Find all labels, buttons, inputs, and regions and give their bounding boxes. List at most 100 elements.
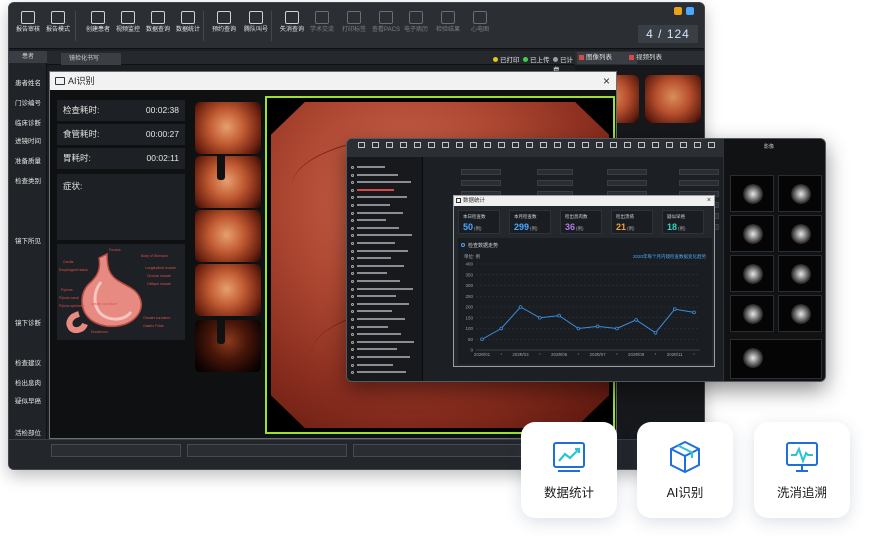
feature-card-disinfection-trace[interactable]: 洗消追溯 <box>754 422 850 518</box>
toolbar-button[interactable]: 报告审核 <box>13 8 43 46</box>
toolbar-button[interactable] <box>691 142 703 154</box>
toolbar-button[interactable] <box>537 142 549 154</box>
toolbar-button[interactable]: 数据统计 <box>173 8 203 46</box>
tree-node[interactable] <box>351 287 419 292</box>
toolbar-button[interactable]: 心电图 <box>465 8 495 46</box>
form-field[interactable] <box>679 169 719 175</box>
form-field[interactable] <box>607 180 647 186</box>
tree-node[interactable] <box>351 279 419 284</box>
tree-node[interactable] <box>351 256 419 261</box>
tree-node[interactable] <box>351 203 419 208</box>
toolbar-button[interactable] <box>663 142 675 154</box>
tree-node[interactable] <box>351 317 419 322</box>
captured-image[interactable] <box>645 75 701 123</box>
tree-node[interactable] <box>351 370 419 375</box>
toolbar-button[interactable]: 预约查询 <box>209 8 239 46</box>
tree-node[interactable] <box>351 332 419 337</box>
toolbar-button[interactable]: 电子病历 <box>401 8 431 46</box>
toolbar-button[interactable] <box>705 142 717 154</box>
tree-node[interactable] <box>351 233 419 238</box>
ultrasound-image[interactable] <box>730 339 822 379</box>
warning-indicator-icon[interactable] <box>674 7 682 15</box>
toolbar-button[interactable] <box>411 142 423 154</box>
form-field[interactable] <box>537 169 573 175</box>
toolbar-button[interactable] <box>579 142 591 154</box>
tree-node[interactable] <box>351 173 419 178</box>
tree-node[interactable] <box>351 363 419 368</box>
toolbar-button[interactable]: 学术交流 <box>307 8 337 46</box>
toolbar-button[interactable] <box>607 142 619 154</box>
tree-node[interactable] <box>351 188 419 193</box>
tree-node[interactable] <box>351 211 419 216</box>
form-field[interactable] <box>679 180 719 186</box>
form-field[interactable] <box>461 180 501 186</box>
tree-node[interactable] <box>351 264 419 269</box>
scan-image[interactable] <box>778 295 822 332</box>
tree-node[interactable] <box>351 195 419 200</box>
toolbar-button[interactable]: 数据查询 <box>143 8 173 46</box>
tree-node[interactable] <box>351 180 419 185</box>
toolbar-button[interactable]: 报告模式 <box>43 8 73 46</box>
toolbar-button[interactable]: 查看PACS <box>371 8 401 46</box>
tree-node[interactable] <box>351 165 419 170</box>
report-tab[interactable]: 镜检化书写 <box>61 53 121 65</box>
tree-node[interactable] <box>351 226 419 231</box>
toolbar-button[interactable] <box>397 142 409 154</box>
toolbar-button[interactable] <box>677 142 689 154</box>
tree-node[interactable] <box>351 302 419 307</box>
tree-node[interactable] <box>351 241 419 246</box>
tree-node[interactable] <box>351 355 419 360</box>
tree-node[interactable] <box>351 218 419 223</box>
toolbar-button[interactable] <box>439 142 451 154</box>
tree-node[interactable] <box>351 347 419 352</box>
toolbar-button[interactable] <box>495 142 507 154</box>
endoscopy-thumbnail[interactable] <box>195 156 261 208</box>
feature-card-data-stats[interactable]: 数据统计 <box>521 422 617 518</box>
scan-image[interactable] <box>730 215 774 252</box>
feature-card-ai-recognition[interactable]: AI识别 <box>637 422 733 518</box>
form-field[interactable] <box>461 169 501 175</box>
info-indicator-icon[interactable] <box>686 7 694 15</box>
endoscopy-thumbnail[interactable] <box>195 320 261 372</box>
toolbar-button[interactable]: 腾队叫号 <box>241 8 271 46</box>
tree-node[interactable] <box>351 294 419 299</box>
scan-panel-tab[interactable]: 影像 <box>764 143 774 150</box>
toolbar-button[interactable] <box>355 142 367 154</box>
tab-video-list[interactable]: 视频列表 <box>627 52 687 64</box>
tree-node[interactable] <box>351 325 419 330</box>
tree-node[interactable] <box>351 340 419 345</box>
toolbar-button[interactable] <box>593 142 605 154</box>
tree-node[interactable] <box>351 249 419 254</box>
toolbar-button[interactable] <box>481 142 493 154</box>
toolbar-button[interactable]: 视频监控 <box>113 8 143 46</box>
form-field[interactable] <box>537 180 573 186</box>
endoscopy-thumbnail[interactable] <box>195 210 261 262</box>
scan-image[interactable] <box>778 255 822 292</box>
toolbar-button[interactable]: 失消查询 <box>277 8 307 46</box>
toolbar-button[interactable] <box>369 142 381 154</box>
toolbar-button[interactable] <box>551 142 563 154</box>
tree-node[interactable] <box>351 309 419 314</box>
toolbar-button[interactable] <box>621 142 633 154</box>
endoscopy-thumbnail[interactable] <box>195 102 261 154</box>
toolbar-button[interactable]: 打印标签 <box>339 8 369 46</box>
form-field[interactable] <box>607 169 647 175</box>
endoscopy-thumbnail[interactable] <box>195 264 261 316</box>
toolbar-button[interactable] <box>383 142 395 154</box>
scan-image[interactable] <box>778 215 822 252</box>
toolbar-button[interactable] <box>453 142 465 154</box>
toolbar-button[interactable] <box>523 142 535 154</box>
toolbar-button[interactable] <box>467 142 479 154</box>
close-button[interactable]: × <box>603 72 610 90</box>
close-button[interactable]: × <box>707 196 711 206</box>
toolbar-button[interactable] <box>649 142 661 154</box>
tree-node[interactable] <box>351 271 419 276</box>
toolbar-button[interactable] <box>565 142 577 154</box>
scan-image[interactable] <box>730 295 774 332</box>
scan-image[interactable] <box>778 175 822 212</box>
toolbar-button[interactable]: 检验结果 <box>433 8 463 46</box>
scan-image[interactable] <box>730 255 774 292</box>
toolbar-button[interactable]: 创建患者 <box>83 8 113 46</box>
scan-image[interactable] <box>730 175 774 212</box>
toolbar-button[interactable] <box>425 142 437 154</box>
